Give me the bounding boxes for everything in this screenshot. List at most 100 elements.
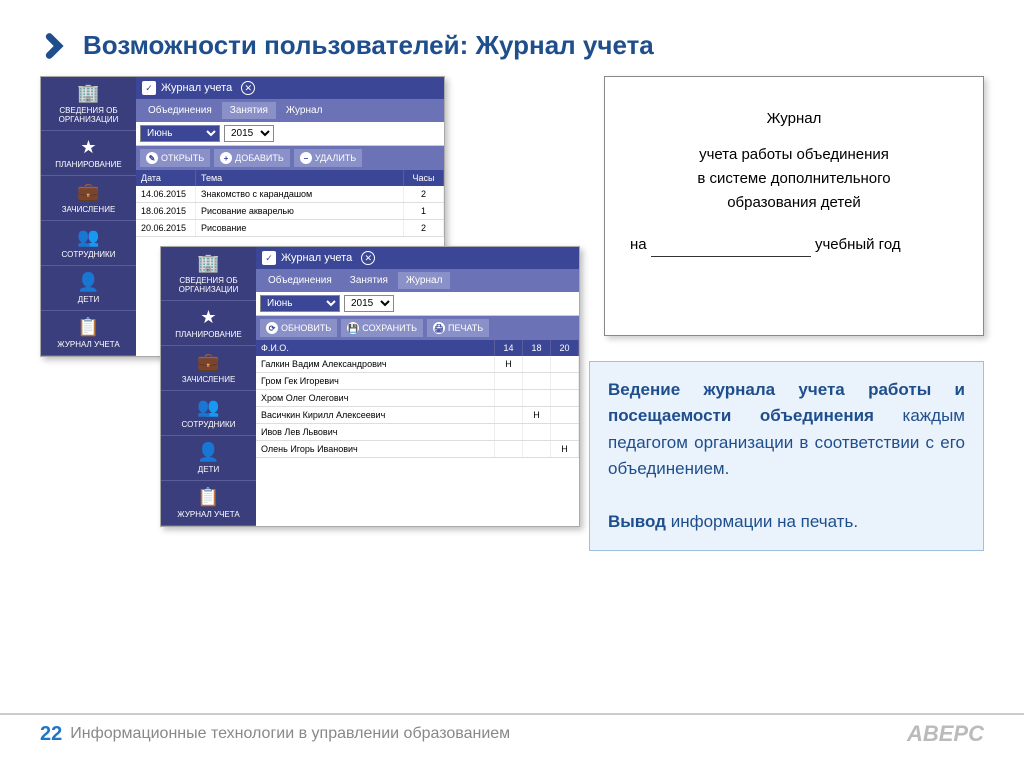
doc-line: образования детей xyxy=(630,191,958,215)
table-row[interactable]: Хром Олег Олегович xyxy=(256,390,579,407)
delete-button[interactable]: −УДАЛИТЬ xyxy=(294,149,362,167)
cell-hours: 2 xyxy=(404,186,444,202)
cell-mark[interactable] xyxy=(495,373,523,389)
cell-date: 20.06.2015 xyxy=(136,220,196,236)
sidebar-item[interactable]: 👤ДЕТИ xyxy=(161,436,256,481)
tab[interactable]: Журнал xyxy=(398,272,451,289)
cell-mark[interactable]: Н xyxy=(495,356,523,372)
save-icon: 💾 xyxy=(347,322,359,334)
cell-mark[interactable] xyxy=(495,407,523,423)
desc-paragraph: Вывод информации на печать. xyxy=(608,509,965,535)
table-header: Ф.И.О. 14 18 20 xyxy=(256,340,579,356)
month-select[interactable]: Июнь xyxy=(140,125,220,142)
sidebar-label: ЗАЧИСЛЕНИЕ xyxy=(62,205,116,214)
table-row[interactable]: 20.06.2015Рисование2 xyxy=(136,220,444,237)
sidebar-item[interactable]: 📋ЖУРНАЛ УЧЕТА xyxy=(161,481,256,526)
sidebar-item[interactable]: 🏢 СВЕДЕНИЯ ОБ ОРГАНИЗАЦИИ xyxy=(161,247,256,301)
cell-mark[interactable] xyxy=(495,424,523,440)
cell-mark[interactable] xyxy=(551,356,579,372)
desc-paragraph: Ведение журнала учета работы и посещаемо… xyxy=(608,377,965,482)
sidebar-label: СВЕДЕНИЯ ОБ ОРГАНИЗАЦИИ xyxy=(179,276,239,294)
sidebar-item[interactable]: 👤 ДЕТИ xyxy=(41,266,136,311)
cell-date: 18.06.2015 xyxy=(136,203,196,219)
cell-mark[interactable] xyxy=(523,356,551,372)
plus-icon: + xyxy=(220,152,232,164)
tab[interactable]: Журнал xyxy=(278,102,331,119)
month-select[interactable]: Июнь xyxy=(260,295,340,312)
cell-mark[interactable]: Н xyxy=(551,441,579,457)
year-select[interactable]: 2015 xyxy=(344,295,394,312)
cell-mark[interactable] xyxy=(523,441,551,457)
cell-mark[interactable] xyxy=(523,390,551,406)
doc-line: учета работы объединения xyxy=(630,143,958,167)
table-header: Дата Тема Часы xyxy=(136,170,444,186)
print-button[interactable]: 🖨ПЕЧАТЬ xyxy=(427,319,489,337)
title-bar: ✓ Журнал учета ✕ xyxy=(136,77,444,99)
sidebar-item[interactable]: 👥СОТРУДНИКИ xyxy=(161,391,256,436)
col-day: 18 xyxy=(523,340,551,356)
table-row[interactable]: Гром Гек Игоревич xyxy=(256,373,579,390)
minus-icon: − xyxy=(300,152,312,164)
cell-mark[interactable] xyxy=(551,390,579,406)
window-title: Журнал учета xyxy=(281,252,352,264)
close-icon[interactable]: ✕ xyxy=(241,81,255,95)
sidebar-label: ЖУРНАЛ УЧЕТА xyxy=(57,340,119,349)
sidebar-item[interactable]: 💼ЗАЧИСЛЕНИЕ xyxy=(161,346,256,391)
sidebar-icon: 👤 xyxy=(43,272,134,293)
open-button[interactable]: ✎ОТКРЫТЬ xyxy=(140,149,210,167)
table-row[interactable]: 18.06.2015Рисование акварелью1 xyxy=(136,203,444,220)
tab[interactable]: Занятия xyxy=(342,272,396,289)
sidebar-icon: 📋 xyxy=(43,317,134,338)
cell-mark[interactable] xyxy=(551,373,579,389)
cell-fio: Гром Гек Игоревич xyxy=(256,373,495,389)
cell-mark[interactable] xyxy=(495,390,523,406)
table-row[interactable]: Галкин Вадим АлександровичН xyxy=(256,356,579,373)
refresh-icon: ⟳ xyxy=(266,322,278,334)
sidebar-item[interactable]: 💼ЗАЧИСЛЕНИЕ xyxy=(41,176,136,221)
cell-mark[interactable] xyxy=(523,424,551,440)
print-icon: 🖨 xyxy=(433,322,445,334)
doc-line: в системе дополнительного xyxy=(630,167,958,191)
tabs: ОбъединенияЗанятияЖурнал xyxy=(136,99,444,122)
col-date: Дата xyxy=(136,170,196,186)
cell-mark[interactable] xyxy=(495,441,523,457)
tab[interactable]: Объединения xyxy=(260,272,340,289)
cell-mark[interactable] xyxy=(523,373,551,389)
sidebar-label: ПЛАНИРОВАНИЕ xyxy=(175,330,242,339)
sidebar-label: СОТРУДНИКИ xyxy=(182,420,236,429)
cell-fio: Ивов Лев Львович xyxy=(256,424,495,440)
sidebar-label: ДЕТИ xyxy=(78,295,99,304)
action-bar: ✎ОТКРЫТЬ +ДОБАВИТЬ −УДАЛИТЬ xyxy=(136,146,444,170)
tabs: ОбъединенияЗанятияЖурнал xyxy=(256,269,579,292)
sidebar-item[interactable]: ★ПЛАНИРОВАНИЕ xyxy=(41,131,136,176)
sidebar-item[interactable]: 👥СОТРУДНИКИ xyxy=(41,221,136,266)
doc-year-line: на учебный год xyxy=(630,233,958,257)
sidebar-item[interactable]: ★ПЛАНИРОВАНИЕ xyxy=(161,301,256,346)
close-icon[interactable]: ✕ xyxy=(361,251,375,265)
sidebar-item[interactable]: 🏢СВЕДЕНИЯ ОБ ОРГАНИЗАЦИИ xyxy=(41,77,136,131)
sidebar-icon: 🏢 xyxy=(163,253,254,274)
table-row[interactable]: Ивов Лев Львович xyxy=(256,424,579,441)
action-bar: ⟳ОБНОВИТЬ 💾СОХРАНИТЬ 🖨ПЕЧАТЬ xyxy=(256,316,579,340)
table-row[interactable]: Васичкин Кирилл Алексеевич Н xyxy=(256,407,579,424)
table-row[interactable]: 14.06.2015Знакомство с карандашом2 xyxy=(136,186,444,203)
sidebar-icon: 📋 xyxy=(163,487,254,508)
doc-title: Журнал xyxy=(630,107,958,131)
sidebar-item[interactable]: 📋 ЖУРНАЛ УЧЕТА xyxy=(41,311,136,356)
title-bar: ✓ Журнал учета ✕ xyxy=(256,247,579,269)
refresh-button[interactable]: ⟳ОБНОВИТЬ xyxy=(260,319,337,337)
tab[interactable]: Занятия xyxy=(222,102,276,119)
year-select[interactable]: 2015 xyxy=(224,125,274,142)
tab[interactable]: Объединения xyxy=(140,102,220,119)
cell-fio: Васичкин Кирилл Алексеевич xyxy=(256,407,495,423)
cell-mark[interactable]: Н xyxy=(523,407,551,423)
slide-header: Возможности пользователей: Журнал учета xyxy=(0,0,1024,76)
add-button[interactable]: +ДОБАВИТЬ xyxy=(214,149,290,167)
save-button[interactable]: 💾СОХРАНИТЬ xyxy=(341,319,423,337)
cell-mark[interactable] xyxy=(551,407,579,423)
table-row[interactable]: Олень Игорь ИвановичН xyxy=(256,441,579,458)
col-day: 14 xyxy=(495,340,523,356)
check-icon: ✓ xyxy=(142,81,156,95)
footer-text: Информационные технологии в управлении о… xyxy=(70,725,510,743)
cell-mark[interactable] xyxy=(551,424,579,440)
